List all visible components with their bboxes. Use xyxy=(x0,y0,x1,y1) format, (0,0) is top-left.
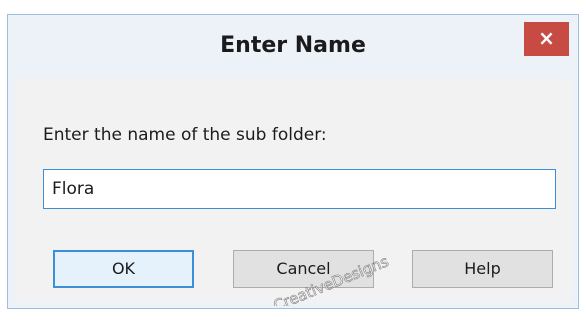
ok-button[interactable]: OK xyxy=(53,250,194,288)
close-icon: × xyxy=(538,26,555,50)
dialog-body: Enter the name of the sub folder: Flora … xyxy=(15,78,571,306)
enter-name-dialog: Enter Name × Enter the name of the sub f… xyxy=(7,14,579,309)
prompt-label: Enter the name of the sub folder: xyxy=(43,125,327,145)
dialog-title: Enter Name xyxy=(220,33,366,58)
close-button[interactable]: × xyxy=(524,22,569,56)
folder-name-input[interactable]: Flora xyxy=(43,169,556,209)
help-button[interactable]: Help xyxy=(412,250,553,288)
cancel-button[interactable]: Cancel xyxy=(233,250,374,288)
title-bar[interactable]: Enter Name × xyxy=(8,15,578,79)
